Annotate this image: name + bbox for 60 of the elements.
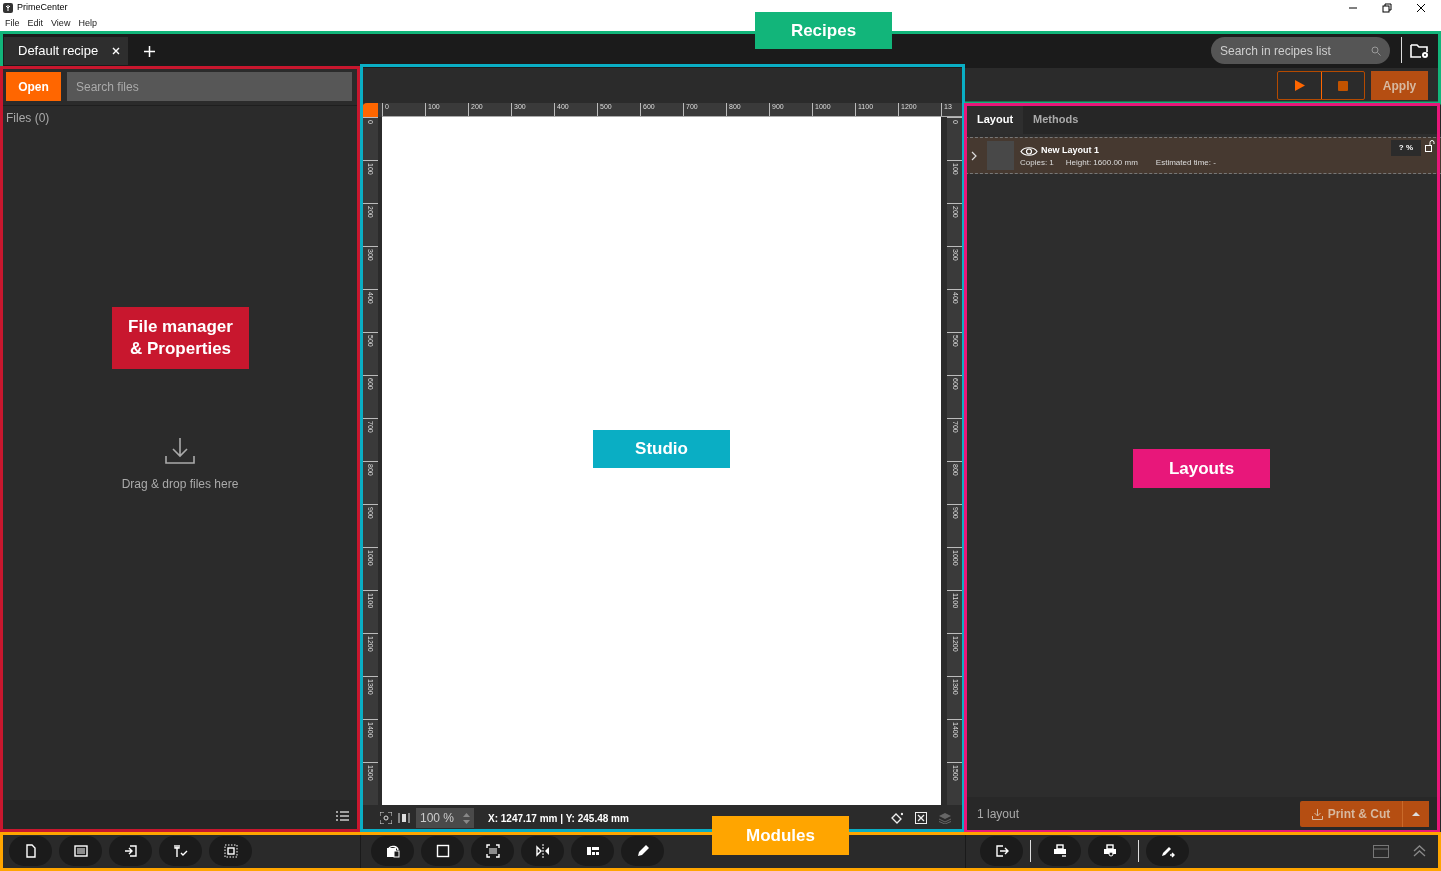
panel-tab[interactable]: Methods	[1023, 104, 1089, 134]
layout-row[interactable]: New Layout 1 Copies: 1 Height: 1600.00 mm Estimated time: - ? %	[965, 137, 1441, 174]
layout-thumbnail	[987, 141, 1014, 170]
printer-search-icon[interactable]	[1088, 836, 1131, 866]
printer-icon[interactable]	[1038, 836, 1081, 866]
eye-icon[interactable]	[1020, 145, 1038, 157]
layout-name: New Layout 1	[1041, 144, 1099, 158]
chevron-icon[interactable]	[970, 150, 978, 161]
import-icon[interactable]	[109, 836, 152, 866]
new-file-icon[interactable]	[9, 836, 52, 866]
window-title: PrimeCenter	[17, 1, 68, 15]
window-icon[interactable]	[1373, 844, 1389, 858]
menu-item[interactable]: File	[5, 16, 20, 31]
files-count: Files (0)	[5, 110, 51, 127]
mirror-icon[interactable]	[521, 836, 564, 866]
percent-badge: ? %	[1390, 140, 1421, 156]
close-icon[interactable]	[1416, 3, 1426, 13]
drop-hint: Drag & drop files here	[121, 476, 239, 493]
panel-tab[interactable]: Layout	[967, 104, 1024, 134]
layout-icon[interactable]	[371, 836, 414, 866]
folder-settings-icon[interactable]	[1410, 43, 1429, 59]
layout-count: 1 layout	[977, 806, 1021, 823]
wrench-check-icon[interactable]	[159, 836, 202, 866]
recipe-tab[interactable]: Default recipe	[4, 37, 129, 65]
square-icon[interactable]	[421, 836, 464, 866]
barcode-frame-icon[interactable]	[471, 836, 514, 866]
fit-width-icon[interactable]	[398, 812, 410, 824]
zoom-field[interactable]: 100 %	[416, 808, 474, 828]
app-logo-icon	[3, 3, 13, 13]
annotation-label: Modules	[712, 816, 849, 855]
pen-icon[interactable]	[621, 836, 664, 866]
close-box-icon[interactable]	[915, 812, 927, 824]
blocks-icon[interactable]	[571, 836, 614, 866]
export-icon[interactable]	[980, 836, 1023, 866]
copies-label: Copies: 1	[1020, 158, 1054, 167]
annotation-label: Layouts	[1133, 449, 1270, 488]
search-field[interactable]: Search in recipes list	[1211, 37, 1390, 64]
list-icon[interactable]	[336, 810, 349, 821]
annotation-label: File manager & Properties	[112, 307, 249, 369]
fit-view-icon[interactable]	[380, 812, 392, 824]
annotation-label: Studio	[593, 430, 730, 468]
menu-item[interactable]: Edit	[27, 16, 44, 31]
add-icon[interactable]	[144, 46, 156, 57]
unlocked-icon[interactable]	[1425, 140, 1435, 152]
double-chevron-up-icon[interactable]	[1413, 845, 1426, 857]
layers-icon[interactable]	[939, 812, 951, 824]
menu-item[interactable]: View	[51, 16, 71, 31]
estimated-time-label: Estimated time: -	[1155, 158, 1216, 167]
download-icon	[164, 437, 196, 465]
annotation-label: Recipes	[755, 12, 892, 49]
menu-item[interactable]: Help	[78, 16, 97, 31]
download-icon	[1311, 808, 1323, 820]
search-field[interactable]: Search files	[67, 72, 352, 101]
list-window-icon[interactable]	[59, 836, 102, 866]
dashed-frame-icon[interactable]	[209, 836, 252, 866]
search-icon	[1371, 45, 1381, 56]
cursor-coordinates: X: 1247.17 mm | Y: 245.48 mm	[488, 811, 629, 826]
height-label: Height: 1600.00 mm	[1065, 158, 1138, 167]
spinner-icon[interactable]	[463, 812, 470, 824]
restore-icon[interactable]	[1382, 3, 1392, 13]
